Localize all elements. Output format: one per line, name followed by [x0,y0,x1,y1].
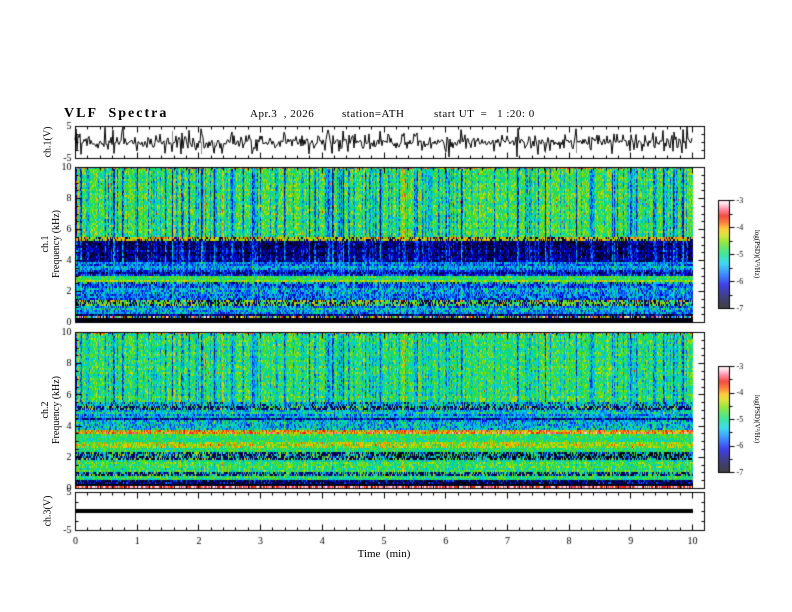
ch3-voltage-axis-label: ch.3(V) [42,495,54,527]
ch1-voltage-axis-label: ch.1(V) [42,126,54,158]
time-axis-label: Time (min) [357,548,411,560]
ch2-frequency-axis-label-line2: Frequency (kHz) [51,375,62,445]
ch2-frequency-axis-label: ch.2 Frequency (kHz) [40,376,62,444]
ch1-frequency-axis-label: ch.1 Frequency (kHz) [40,210,62,278]
spectra-plot-canvas [0,0,792,612]
start-ut-label: start UT = 1 :20: 0 [434,108,535,120]
vlf-spectra-figure: VLF Spectra Apr.3 , 2026 station=ATH sta… [0,0,792,612]
figure-title: VLF Spectra [64,106,169,121]
date-label: Apr.3 , 2026 [250,108,315,120]
ch1-frequency-axis-label-line2: Frequency (kHz) [51,209,62,279]
station-label: station=ATH [342,108,405,120]
colorbar1-label: log(PSD)(V²/Hz) [753,229,761,279]
ch2-frequency-axis-label-line1: ch.2 [40,401,51,419]
colorbar2-label: log(PSD)(V²/Hz) [753,394,761,444]
ch1-frequency-axis-label-line1: ch.1 [40,235,51,253]
